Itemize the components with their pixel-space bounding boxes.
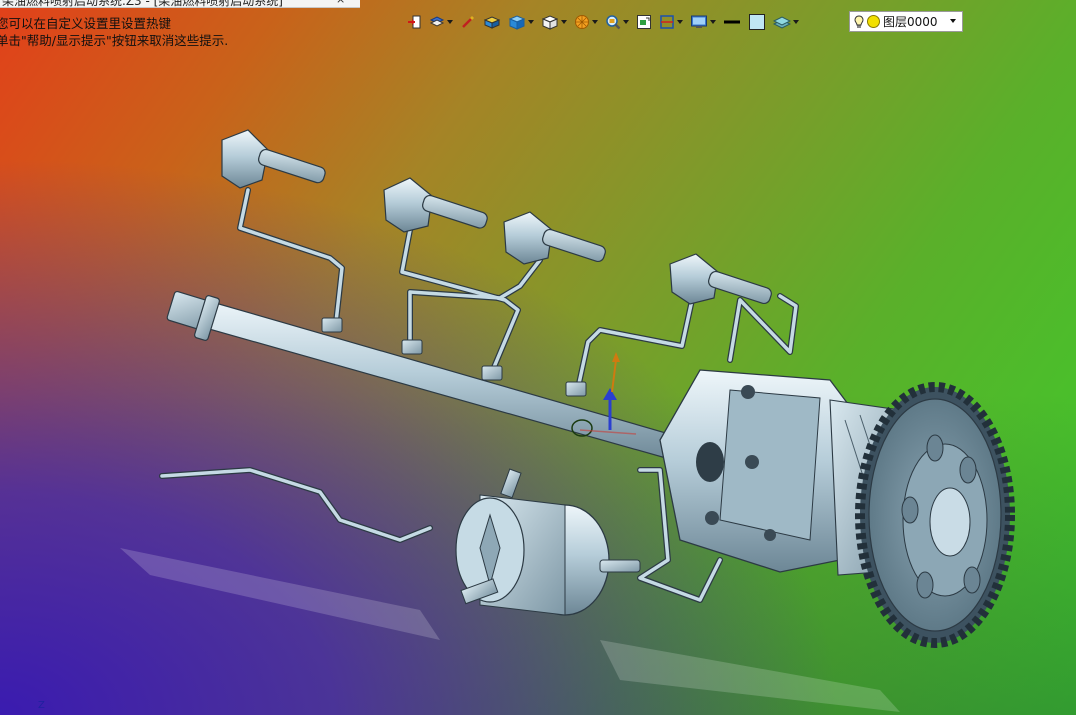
close-tab-button[interactable]: × [336,0,345,6]
layer-selector[interactable]: 图层0000 [849,11,963,32]
pen-icon [462,16,474,28]
chevron-down-icon[interactable] [950,19,956,23]
display-settings-button[interactable] [688,11,718,33]
view-cube-icon [508,15,526,30]
display-settings-icon [691,15,707,28]
chevron-down-icon [793,20,799,24]
view-filter-icon [429,16,445,27]
injector[interactable] [669,253,773,305]
zoom-icon [606,15,621,30]
wire-cube-icon [541,15,559,30]
injector[interactable] [503,211,607,265]
layer-stack-icon [773,16,791,29]
color-swatch-icon [749,14,765,30]
chevron-down-icon [710,20,716,24]
chevron-down-icon [528,20,534,24]
layer-label: 图层0000 [883,15,938,29]
fuel-injection-assembly-model[interactable] [0,0,1076,715]
injector[interactable] [383,177,489,233]
pen-button[interactable] [458,11,478,33]
axis-label-z: Z [38,700,45,711]
chevron-down-icon [592,20,598,24]
drive-gear[interactable] [855,382,1015,648]
exit-button[interactable] [404,11,424,33]
3d-viewport[interactable]: Z [0,0,1076,715]
layer-stack-button[interactable] [771,11,801,33]
line-style-icon [724,20,740,24]
shaded-box-button[interactable] [481,11,503,33]
wire-cube-button[interactable] [539,11,569,33]
layer-status-icon [867,15,880,28]
view-filter-button[interactable] [427,11,455,33]
chevron-down-icon [561,20,567,24]
document-tab[interactable]: 柴油燃料喷射启动系统.Z3 - [柴油燃料喷射启动系统] × [0,0,360,8]
chevron-down-icon [623,20,629,24]
zoom-window-icon [637,15,651,29]
zoom-window-button[interactable] [634,11,654,33]
line-style-button[interactable] [721,11,743,33]
exit-icon [408,15,421,29]
render-style-button[interactable] [572,11,600,33]
view-cube-button[interactable] [506,11,536,33]
shaded-box-icon [483,16,501,29]
chevron-down-icon [677,20,683,24]
color-swatch-button[interactable] [746,11,768,33]
lightbulb-icon [854,14,864,28]
chevron-down-icon [447,20,453,24]
hint-line-2: 单击"帮助/显示提示"按钮来取消这些提示. [0,33,229,48]
view-toolbar [404,10,804,34]
fuel-rail[interactable] [166,290,691,463]
injector[interactable] [221,129,327,189]
render-style-icon [575,15,589,29]
section-button[interactable] [657,11,685,33]
section-icon [660,15,674,29]
document-tab-title: 柴油燃料喷射启动系统.Z3 - [柴油燃料喷射启动系统] [2,0,283,8]
zoom-button[interactable] [603,11,631,33]
fuel-filter[interactable] [455,468,641,616]
